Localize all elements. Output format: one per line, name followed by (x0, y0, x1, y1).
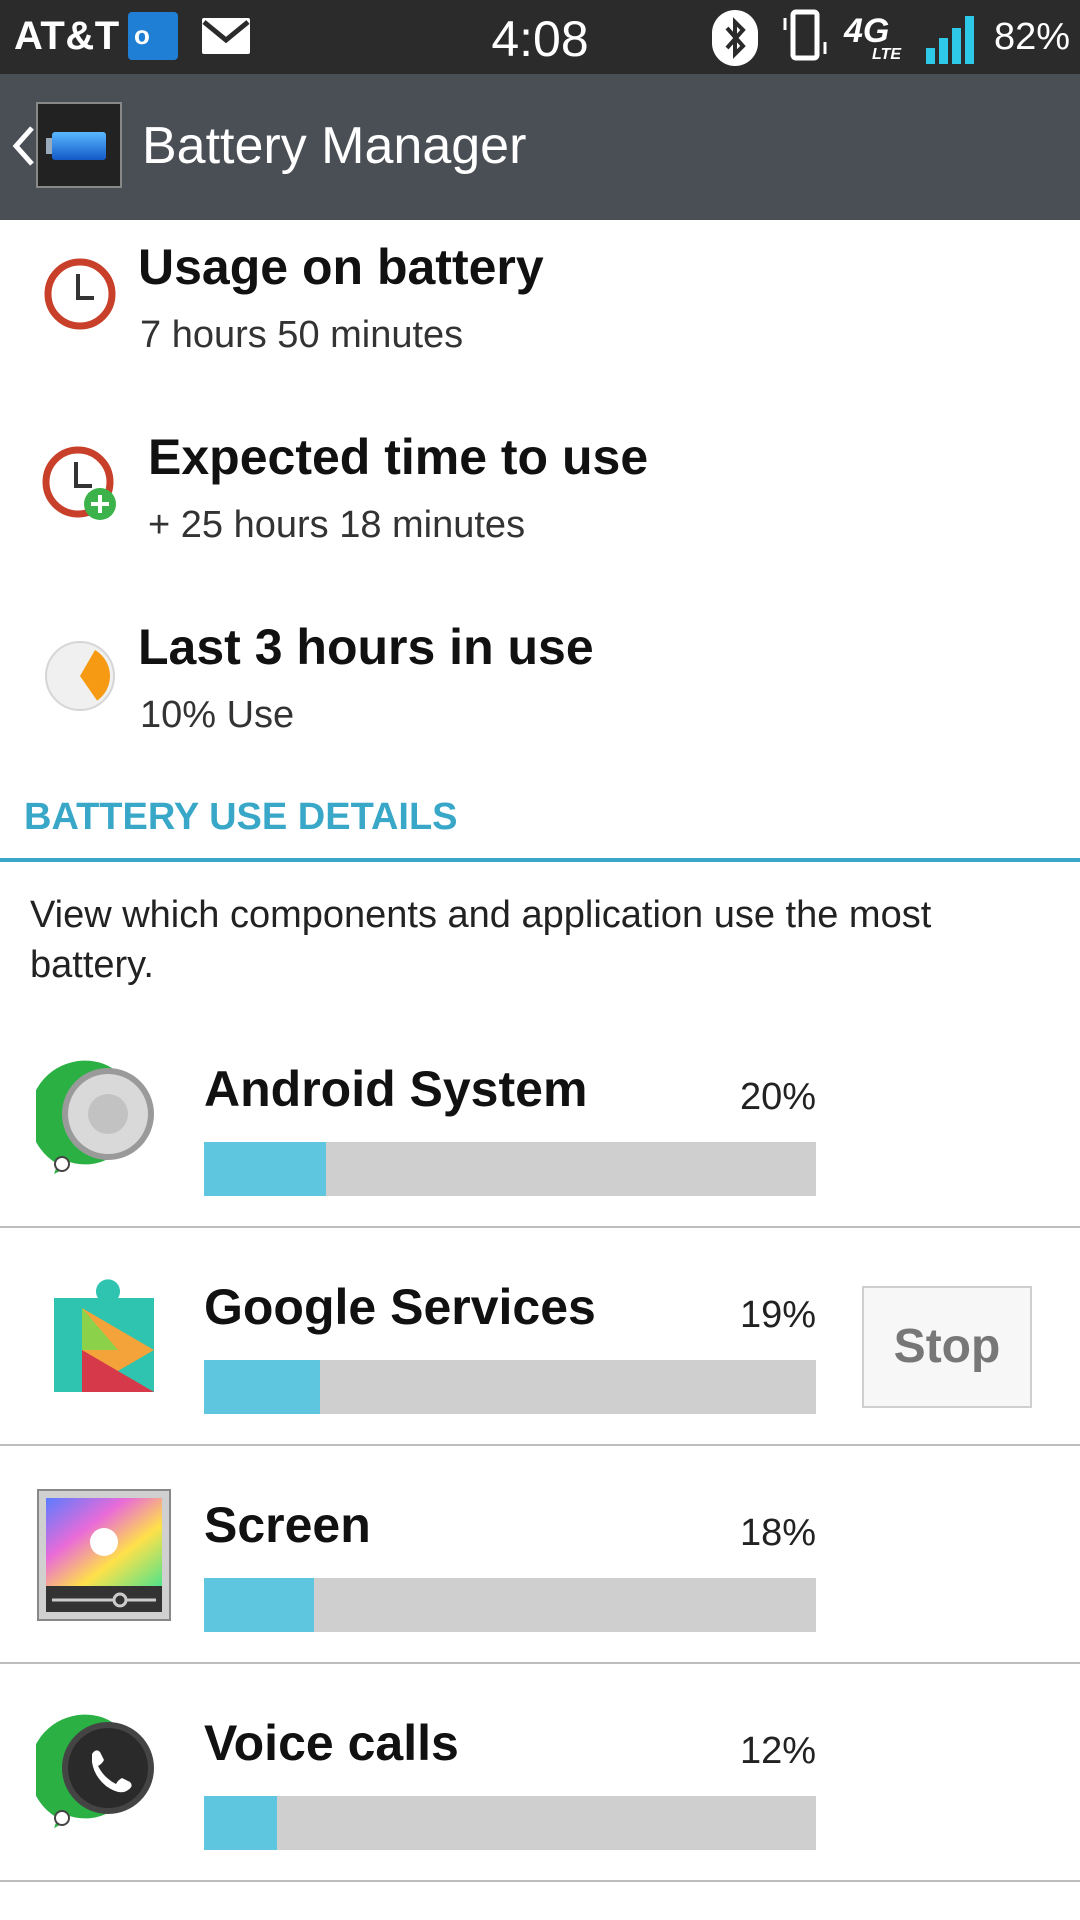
network-type: 4G LTE (844, 12, 901, 63)
section-description: View which components and application us… (30, 894, 932, 986)
app-name: Voice calls (204, 1715, 459, 1771)
list-item-screen[interactable]: Screen 18% (0, 1446, 1080, 1664)
usage-bar-fill (204, 1142, 327, 1196)
vibrate-icon (783, 9, 827, 61)
signal-strength-icon (926, 16, 974, 64)
clock-plus-icon (42, 446, 116, 520)
network-sub-label: LTE (872, 46, 902, 63)
network-label: 4G (844, 12, 890, 50)
battery-body (52, 132, 106, 160)
voice-calls-icon (36, 1714, 154, 1828)
section-header: BATTERY USE DETAILS (24, 796, 458, 838)
battery-percent: 82% (994, 16, 1071, 58)
app-percent: 12% (739, 1730, 816, 1772)
app-name: Google Services (204, 1279, 596, 1335)
status-bar: AT&T o 4:08 4G LTE 82% (0, 0, 1080, 74)
app-percent: 19% (739, 1294, 816, 1336)
summary-value: + 25 hours 18 minutes (148, 504, 526, 546)
summary-title: Expected time to use (148, 429, 649, 485)
list-item-voice-calls[interactable]: Voice calls 12% (0, 1664, 1080, 1882)
list-item-google-services[interactable]: Google Services 19% Stop (0, 1228, 1080, 1446)
usage-bar (204, 1578, 816, 1632)
usage-on-battery-row: Usage on battery 7 hours 50 minutes (0, 220, 1080, 400)
section-divider (0, 858, 1080, 862)
battery-manager-app-icon[interactable] (36, 102, 122, 188)
summary-title: Last 3 hours in use (138, 619, 594, 675)
usage-bar (204, 1360, 816, 1414)
usage-bar-fill (204, 1796, 278, 1850)
bluetooth-icon (712, 10, 758, 66)
usage-bar (204, 1796, 816, 1850)
screen-icon (37, 1489, 171, 1621)
clock-icon (44, 258, 116, 330)
summary-title: Usage on battery (138, 239, 544, 295)
app-name: Android System (204, 1061, 588, 1117)
app-name: Screen (204, 1497, 371, 1553)
app-percent: 20% (739, 1076, 816, 1118)
list-item-android-system[interactable]: Android System 20% (0, 1010, 1080, 1228)
summary-value: 10% Use (140, 694, 295, 736)
android-system-icon (36, 1060, 154, 1174)
stop-button[interactable]: Stop (862, 1286, 1032, 1408)
usage-bar (204, 1142, 816, 1196)
summary-value: 7 hours 50 minutes (140, 314, 464, 356)
expected-time-row: Expected time to use + 25 hours 18 minut… (0, 410, 1080, 590)
last-3-hours-row: Last 3 hours in use 10% Use (0, 600, 1080, 780)
usage-bar-fill (204, 1578, 315, 1632)
action-bar: Battery Manager (0, 74, 1080, 220)
pie-chart-icon (45, 641, 115, 711)
app-percent: 18% (739, 1512, 816, 1554)
back-chevron-icon[interactable] (8, 122, 38, 170)
usage-bar-fill (204, 1360, 321, 1414)
page-title: Battery Manager (142, 117, 527, 175)
google-services-icon (54, 1279, 154, 1392)
clock-time: 4:08 (491, 11, 589, 67)
